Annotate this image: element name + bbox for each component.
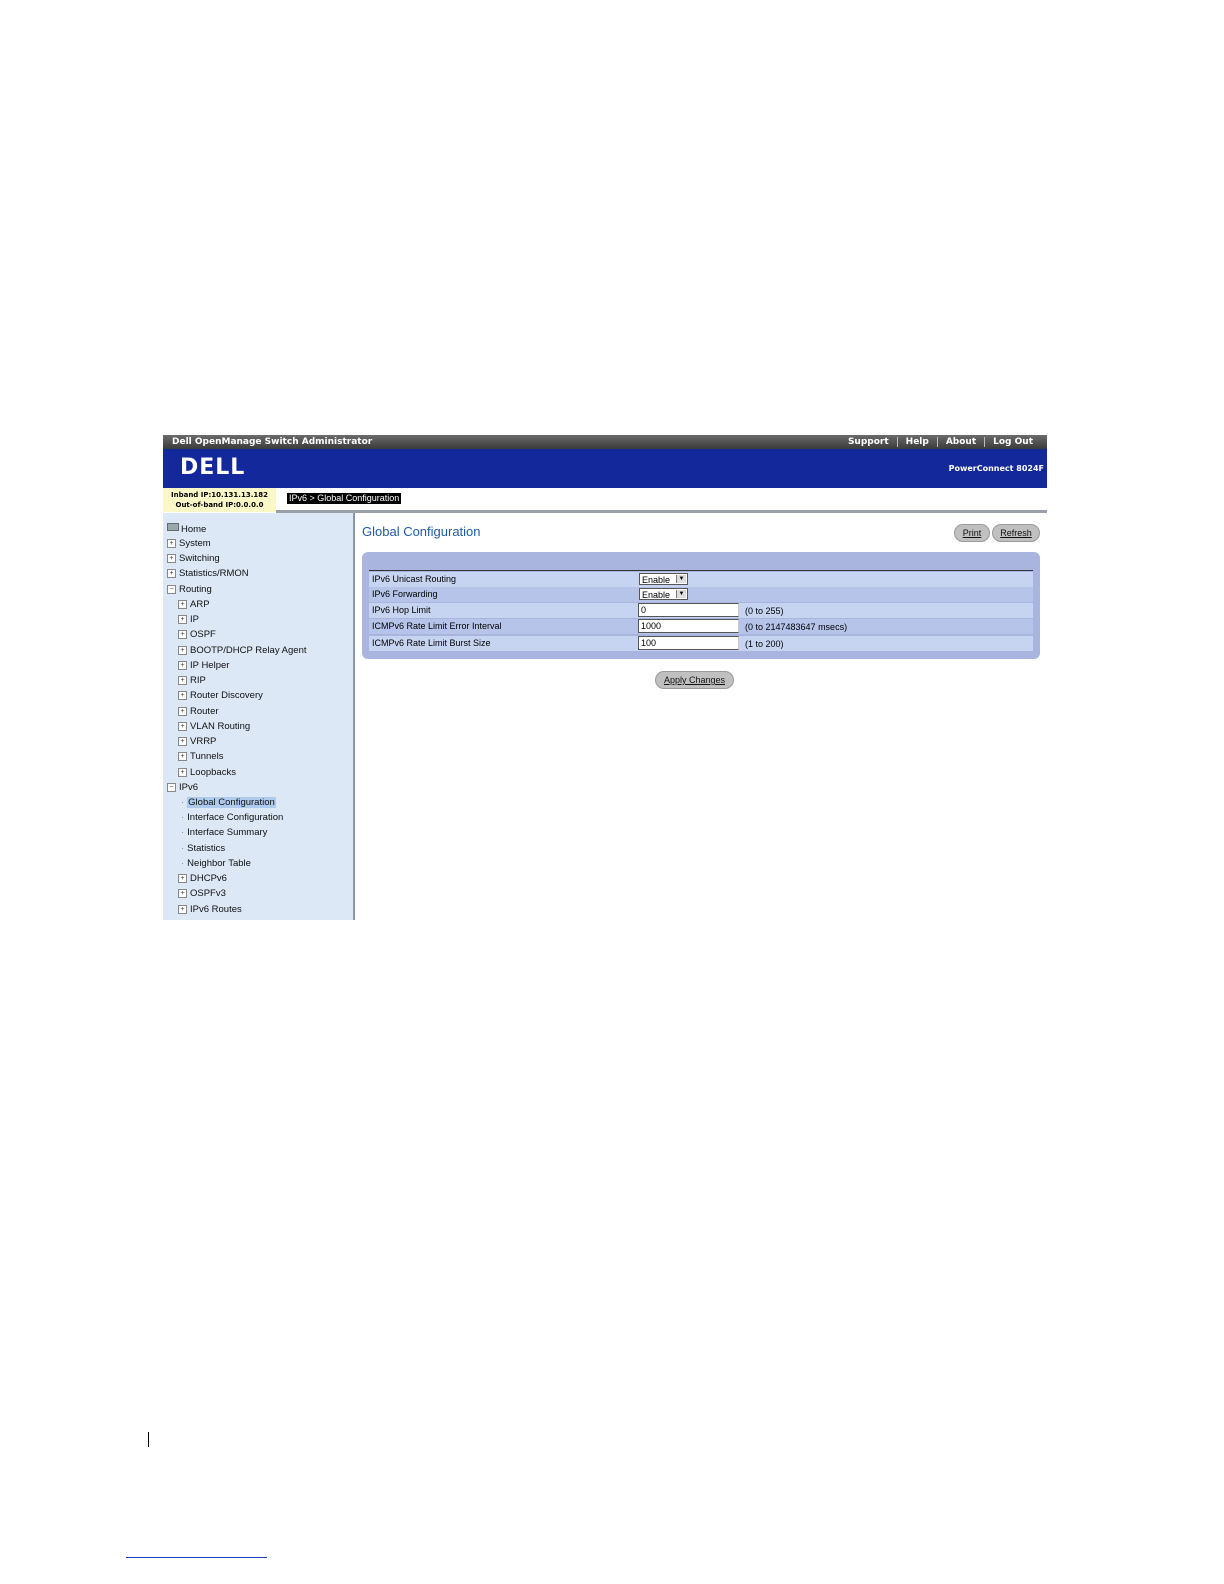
expand-icon[interactable]: +	[178, 722, 187, 731]
sidebar-item-ip-helper[interactable]: + IP Helper	[178, 660, 229, 672]
sidebar-item-router-discovery[interactable]: + Router Discovery	[178, 690, 263, 702]
field-row-burst-size: ICMPv6 Rate Limit Burst Size (1 to 200)	[369, 636, 1033, 651]
switch-admin-window: Dell OpenManage Switch Administrator Sup…	[163, 435, 1047, 920]
sidebar-item-ospf[interactable]: + OSPF	[178, 629, 216, 641]
sidebar-item-loopbacks[interactable]: + Loopbacks	[178, 767, 236, 779]
home-icon	[167, 523, 179, 531]
field-label: ICMPv6 Rate Limit Error Interval	[372, 621, 502, 631]
refresh-button[interactable]: Refresh	[992, 524, 1040, 542]
dropdown-arrow-icon[interactable]: ▼	[676, 575, 686, 583]
inband-ip: Inband IP:10.131.13.182	[171, 491, 268, 499]
about-link[interactable]: About	[936, 437, 984, 447]
main-content: Global Configuration Print Refresh IPv6 …	[355, 513, 1047, 920]
range-hint: (0 to 255)	[745, 606, 784, 616]
support-link[interactable]: Support	[840, 437, 897, 447]
sidebar-item-bootp-dhcp-relay[interactable]: + BOOTP/DHCP Relay Agent	[178, 645, 307, 657]
field-label: IPv6 Hop Limit	[372, 605, 431, 615]
top-menu-bar: Dell OpenManage Switch Administrator Sup…	[163, 435, 1047, 449]
sidebar-item-ospfv3[interactable]: + OSPFv3	[178, 888, 226, 900]
divider	[369, 570, 1033, 571]
field-label: ICMPv6 Rate Limit Burst Size	[372, 638, 491, 648]
sidebar-item-rip[interactable]: + RIP	[178, 675, 206, 687]
ip-info: Inband IP:10.131.13.182 Out-of-band IP:0…	[163, 488, 276, 512]
sidebar-item-global-configuration[interactable]: · Global Configuration	[181, 797, 276, 809]
product-name: PowerConnect 8024F	[948, 464, 1044, 473]
tree-line-icon: ·	[181, 827, 185, 838]
top-links: Support Help About Log Out	[840, 437, 1041, 447]
expand-icon[interactable]: +	[178, 691, 187, 700]
expand-icon[interactable]: +	[178, 661, 187, 670]
help-link[interactable]: Help	[896, 437, 937, 447]
expand-icon[interactable]: +	[167, 554, 176, 563]
tree-line-icon: ·	[181, 843, 185, 854]
expand-icon[interactable]: +	[178, 874, 187, 883]
expand-icon[interactable]: +	[178, 707, 187, 716]
expand-icon[interactable]: +	[178, 646, 187, 655]
expand-icon[interactable]: +	[178, 905, 187, 914]
sidebar-item-vlan-routing[interactable]: + VLAN Routing	[178, 721, 250, 733]
expand-icon[interactable]: +	[167, 569, 176, 578]
tree-line-icon: ·	[181, 797, 185, 808]
sidebar-item-interface-configuration[interactable]: · Interface Configuration	[181, 812, 283, 824]
sidebar-item-ipv6-routes[interactable]: + IPv6 Routes	[178, 904, 242, 916]
breadcrumb: IPv6 > Global Configuration	[287, 493, 402, 504]
range-hint: (0 to 2147483647 msecs)	[745, 622, 848, 632]
sidebar-item-system[interactable]: + System	[167, 538, 211, 550]
sidebar-item-tunnels[interactable]: + Tunnels	[178, 751, 223, 763]
breadcrumb-bar: IPv6 > Global Configuration	[276, 488, 1047, 514]
collapse-icon[interactable]: −	[167, 585, 176, 594]
app-title: Dell OpenManage Switch Administrator	[172, 437, 373, 447]
expand-icon[interactable]: +	[178, 615, 187, 624]
sidebar-item-arp[interactable]: + ARP	[178, 599, 210, 611]
outofband-ip: Out-of-band IP:0.0.0.0	[175, 501, 264, 509]
apply-changes-button[interactable]: Apply Changes	[655, 671, 734, 689]
logout-link[interactable]: Log Out	[984, 437, 1041, 447]
sidebar-item-vrrp[interactable]: + VRRP	[178, 736, 216, 748]
config-form-panel: IPv6 Unicast Routing Enable ▼ IPv6 Forwa…	[362, 552, 1040, 659]
tree-line-icon: ·	[181, 858, 185, 869]
field-row-error-interval: ICMPv6 Rate Limit Error Interval (0 to 2…	[369, 619, 1033, 634]
ipv6-unicast-routing-select[interactable]: Enable ▼	[639, 573, 688, 585]
expand-icon[interactable]: +	[178, 752, 187, 761]
dropdown-arrow-icon[interactable]: ▼	[676, 590, 686, 598]
sidebar-item-interface-summary[interactable]: · Interface Summary	[181, 827, 267, 839]
sidebar-item-ip[interactable]: + IP	[178, 614, 199, 626]
print-button[interactable]: Print	[954, 524, 990, 542]
header-banner: DELL PowerConnect 8024F	[163, 449, 1047, 488]
expand-icon[interactable]: +	[178, 600, 187, 609]
sidebar-item-router[interactable]: + Router	[178, 706, 219, 718]
expand-icon[interactable]: +	[178, 630, 187, 639]
sidebar-item-ipv6[interactable]: − IPv6	[167, 782, 198, 794]
field-row-forwarding: IPv6 Forwarding Enable ▼	[369, 587, 1033, 602]
sidebar-item-switching[interactable]: + Switching	[167, 553, 220, 565]
field-row-hop-limit: IPv6 Hop Limit (0 to 255)	[369, 603, 1033, 618]
nav-tree: Home + System + Switching + Statistics/RMON…	[163, 513, 355, 920]
error-interval-input[interactable]	[638, 619, 739, 633]
expand-icon[interactable]: +	[178, 768, 187, 777]
sidebar-item-statistics-rmon[interactable]: + Statistics/RMON	[167, 568, 249, 580]
expand-icon[interactable]: +	[178, 676, 187, 685]
expand-icon[interactable]: +	[167, 539, 176, 548]
expand-icon[interactable]: +	[178, 737, 187, 746]
sidebar-item-home[interactable]: Home	[167, 523, 206, 536]
collapse-icon[interactable]: −	[167, 783, 176, 792]
range-hint: (1 to 200)	[745, 639, 784, 649]
field-label: IPv6 Forwarding	[372, 589, 438, 599]
margin-bar	[148, 1432, 149, 1447]
burst-size-input[interactable]	[638, 636, 739, 650]
sidebar-item-neighbor-table[interactable]: · Neighbor Table	[181, 858, 251, 870]
dell-logo: DELL	[180, 455, 246, 480]
expand-icon[interactable]: +	[178, 889, 187, 898]
field-row-unicast-routing: IPv6 Unicast Routing Enable ▼	[369, 572, 1033, 587]
sidebar-item-statistics[interactable]: · Statistics	[181, 843, 225, 855]
hop-limit-input[interactable]	[638, 603, 739, 617]
sidebar-item-routing[interactable]: − Routing	[167, 584, 212, 596]
field-label: IPv6 Unicast Routing	[372, 574, 457, 584]
footer-link-underline	[126, 1557, 267, 1558]
sidebar-item-dhcpv6[interactable]: + DHCPv6	[178, 873, 227, 885]
ipv6-forwarding-select[interactable]: Enable ▼	[639, 588, 688, 600]
page-title: Global Configuration	[362, 524, 481, 539]
tree-line-icon: ·	[181, 812, 185, 823]
